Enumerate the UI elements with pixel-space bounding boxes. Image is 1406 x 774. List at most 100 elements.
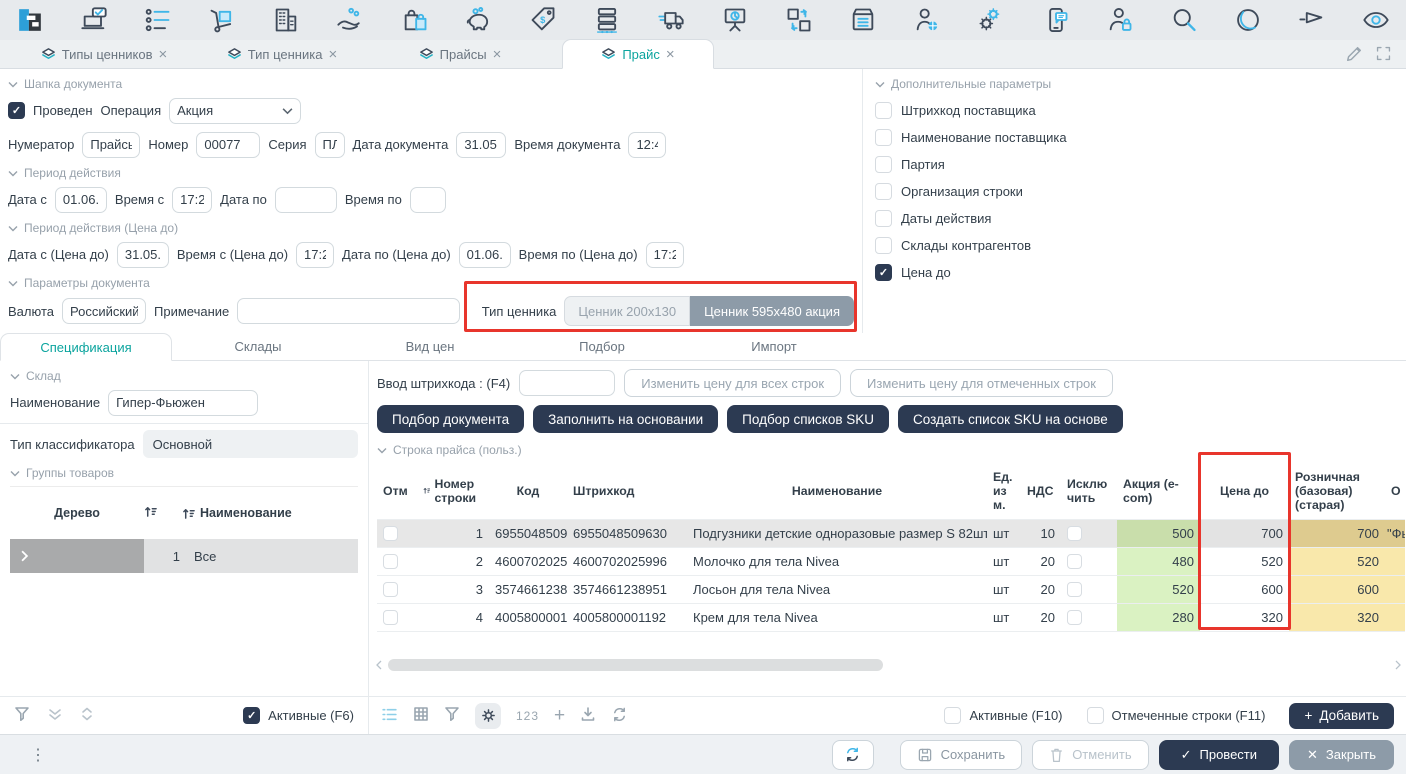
refresh-button[interactable] (832, 740, 874, 770)
section-doc-header[interactable]: Шапка документа (8, 77, 854, 91)
change-price-all-button[interactable]: Изменить цену для всех строк (624, 369, 841, 397)
marked-rows-f11-checkbox[interactable] (1087, 707, 1104, 724)
section-period-price[interactable]: Период действия (Цена до) (8, 221, 854, 235)
close-icon[interactable]: × (666, 47, 675, 62)
batch-checkbox[interactable] (875, 156, 892, 173)
building-icon[interactable] (270, 4, 302, 36)
col-mark[interactable]: Отм (377, 463, 417, 519)
expand-icon[interactable] (1375, 45, 1392, 66)
tag-option-200x130[interactable]: Ценник 200х130 (564, 296, 690, 326)
row-exclude-checkbox[interactable] (1067, 526, 1082, 541)
tab-prajs-active[interactable]: Прайс× (562, 39, 714, 69)
hand-coins-icon[interactable] (334, 4, 366, 36)
section-warehouse[interactable]: Склад (10, 369, 358, 383)
row-mark-checkbox[interactable] (383, 554, 398, 569)
close-icon[interactable]: × (493, 47, 502, 62)
section-period[interactable]: Период действия (8, 166, 854, 180)
eye-icon[interactable] (1360, 4, 1392, 36)
grid-view-icon[interactable] (413, 706, 429, 725)
change-price-marked-button[interactable]: Изменить цену для отмеченных строк (850, 369, 1113, 397)
col-overflow[interactable]: О (1385, 463, 1405, 519)
filter-funnel-icon[interactable] (14, 706, 30, 725)
section-doc-params[interactable]: Параметры документа (8, 276, 854, 290)
app-logo[interactable] (14, 4, 46, 36)
phone-chat-icon[interactable] (1040, 4, 1072, 36)
tag-option-595x480[interactable]: Ценник 595х480 акция (690, 296, 854, 326)
package-icon[interactable] (847, 4, 879, 36)
truck-icon[interactable] (655, 4, 687, 36)
col-unit[interactable]: Ед. изм. (987, 463, 1021, 519)
tab-tip-cennika[interactable]: Тип ценника× (206, 40, 358, 68)
price-tag-icon[interactable]: $ (527, 4, 559, 36)
tab-sklady[interactable]: Склады (172, 333, 344, 360)
barcode-entry-field[interactable] (519, 370, 615, 396)
table-row[interactable]: 4 4005800001192 4005800001192 Крем для т… (377, 603, 1405, 631)
close-button[interactable]: ✕Закрыть (1289, 740, 1394, 770)
add-row-icon[interactable]: + (554, 706, 565, 725)
row-mark-checkbox[interactable] (383, 610, 398, 625)
warehouse-name-field[interactable] (108, 390, 258, 416)
row-organization-checkbox[interactable] (875, 183, 892, 200)
server-icon[interactable] (591, 4, 623, 36)
col-price-to[interactable]: Цена до (1200, 463, 1289, 519)
active-f10-checkbox[interactable] (944, 707, 961, 724)
col-code[interactable]: Код (489, 463, 567, 519)
search-icon[interactable] (1168, 4, 1200, 36)
tab-import[interactable]: Импорт (688, 333, 860, 360)
table-row[interactable]: 2 4600702025996 4600702025996 Молочко дл… (377, 547, 1405, 575)
scrollbar-thumb[interactable] (388, 659, 883, 671)
sync-squares-icon[interactable] (783, 4, 815, 36)
sort-icon[interactable] (144, 505, 182, 521)
doc-date-field[interactable] (456, 132, 506, 158)
shopping-bags-icon[interactable] (399, 4, 431, 36)
col-retail[interactable]: Розничная (базовая) (старая) (1289, 463, 1385, 519)
number-field[interactable] (196, 132, 260, 158)
active-f6-checkbox[interactable]: ✓ (243, 707, 260, 724)
col-vat[interactable]: НДС (1021, 463, 1061, 519)
create-sku-list-button[interactable]: Создать список SKU на основе (898, 405, 1123, 433)
row-mark-checkbox[interactable] (383, 582, 398, 597)
save-button[interactable]: Сохранить (900, 740, 1023, 770)
tree-col-name[interactable]: Наименование (182, 506, 358, 520)
scroll-right-icon[interactable] (1394, 660, 1402, 670)
post-button[interactable]: ✓Провести (1159, 740, 1279, 770)
time-from-field[interactable] (172, 187, 212, 213)
note-field[interactable] (237, 298, 460, 324)
tab-podbor[interactable]: Подбор (516, 333, 688, 360)
row-exclude-checkbox[interactable] (1067, 582, 1082, 597)
filter-funnel-icon[interactable] (444, 706, 460, 725)
person-globe-icon[interactable] (911, 4, 943, 36)
pp-date-to-field[interactable] (459, 242, 511, 268)
tree-row-all[interactable]: 1 Все (10, 539, 358, 573)
settings-gears-icon[interactable] (975, 4, 1007, 36)
expand-collapse-icon[interactable] (80, 707, 94, 724)
pick-document-button[interactable]: Подбор документа (377, 405, 524, 433)
table-row[interactable]: 1 6955048509630 6955048509630 Подгузники… (377, 519, 1405, 547)
numbering-toggle[interactable]: 123 (516, 709, 539, 723)
tree-col-tree[interactable]: Дерево (10, 506, 144, 520)
col-line-number[interactable]: Номер строки (417, 463, 489, 519)
col-barcode[interactable]: Штрихкод (567, 463, 687, 519)
flag-icon[interactable] (1296, 4, 1328, 36)
cart-icon[interactable] (206, 4, 238, 36)
table-row[interactable]: 3 3574661238951 3574661238951 Лосьон для… (377, 575, 1405, 603)
edit-pencil-icon[interactable] (1345, 45, 1363, 66)
pp-time-from-field[interactable] (296, 242, 334, 268)
piggy-bank-icon[interactable] (463, 4, 495, 36)
tab-prajsy[interactable]: Прайсы× (384, 40, 536, 68)
pp-date-from-field[interactable] (117, 242, 169, 268)
tab-vid-cen[interactable]: Вид цен (344, 333, 516, 360)
scroll-left-icon[interactable] (375, 660, 383, 670)
close-icon[interactable]: × (158, 47, 167, 62)
refresh-loop-icon[interactable] (611, 706, 628, 726)
row-exclude-checkbox[interactable] (1067, 554, 1082, 569)
date-from-field[interactable] (55, 187, 107, 213)
table-settings-gear-icon[interactable] (475, 703, 501, 729)
numerator-field[interactable] (82, 132, 140, 158)
tab-tipy-cennikov[interactable]: Типы ценников× (28, 40, 180, 68)
fill-based-on-button[interactable]: Заполнить на основании (533, 405, 718, 433)
date-to-field[interactable] (275, 187, 337, 213)
presentation-chart-icon[interactable] (719, 4, 751, 36)
validity-dates-checkbox[interactable] (875, 210, 892, 227)
section-goods-groups[interactable]: Группы товаров (10, 466, 358, 480)
